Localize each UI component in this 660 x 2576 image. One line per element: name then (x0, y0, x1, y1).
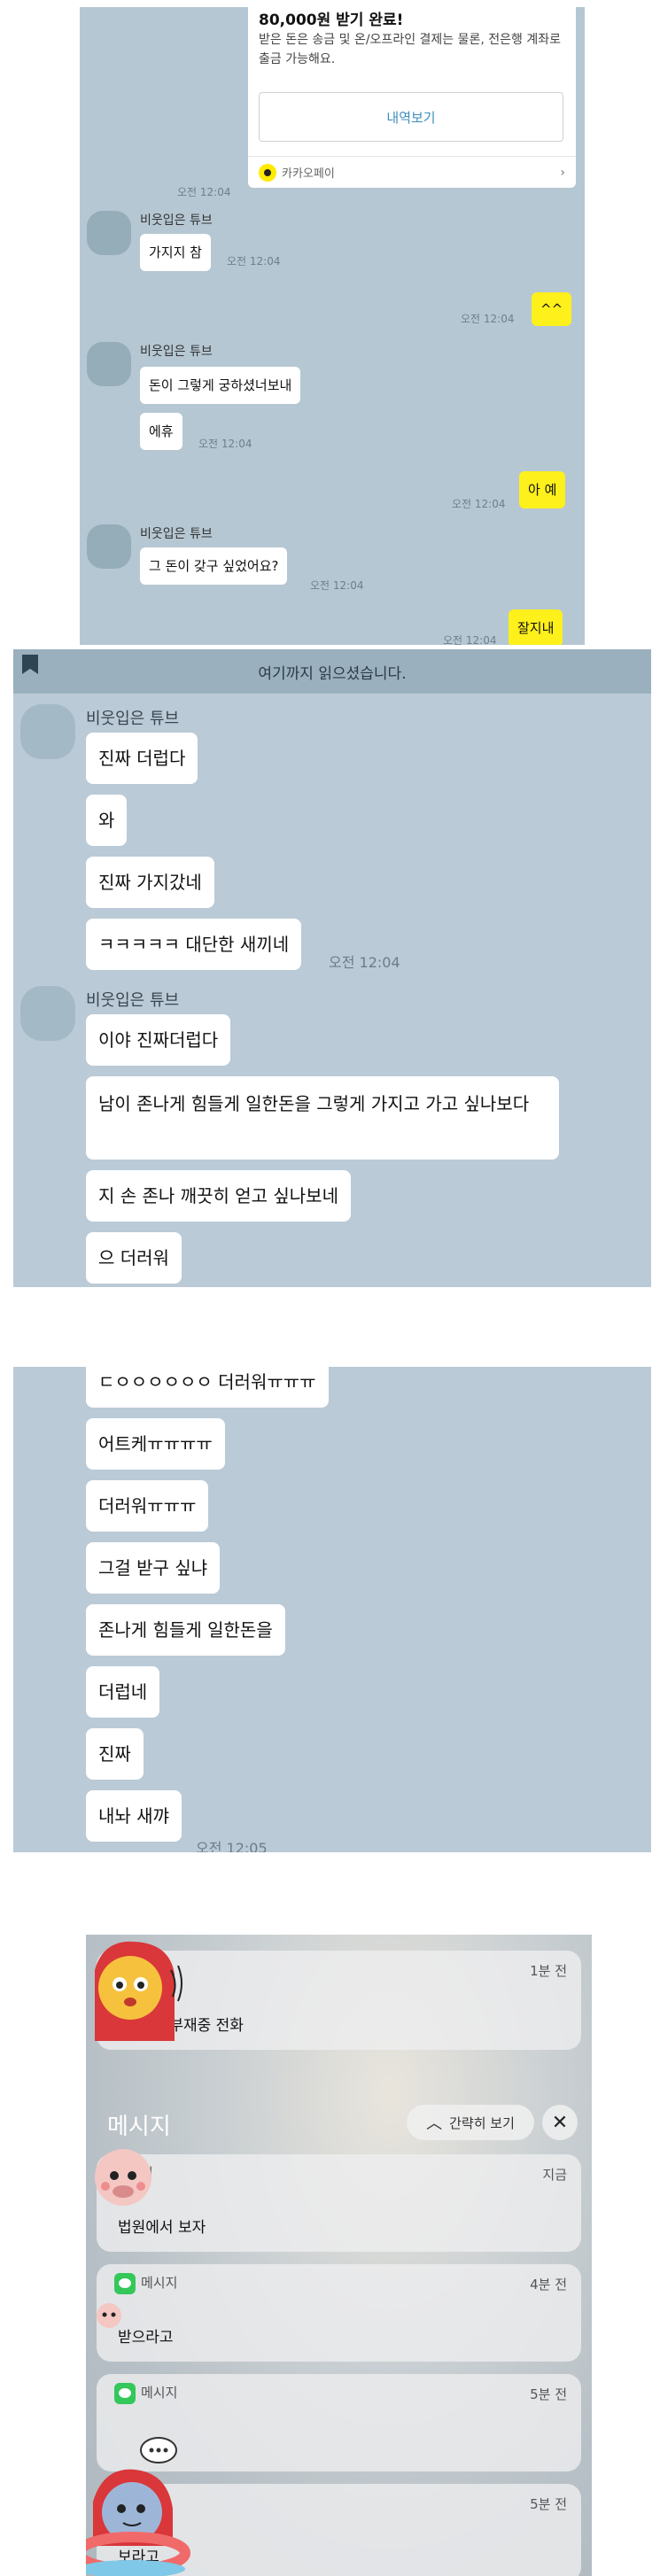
sticker-character (97, 2303, 121, 2328)
chevron-up-icon: ︿ (426, 2114, 443, 2133)
chat-bubble[interactable]: 어트케ㅠㅠㅠㅠ (86, 1418, 225, 1470)
avatar[interactable] (20, 986, 75, 1041)
notification-time: 1분 전 (530, 1963, 567, 1979)
kakaopay-icon (259, 163, 276, 182)
notification-time: 4분 전 (530, 2277, 567, 2293)
message-time: 오전 12:05 (196, 1840, 268, 1852)
chat-bubble[interactable]: 에휴 (140, 413, 182, 450)
avatar[interactable] (87, 211, 131, 255)
chat-bubble[interactable]: ㅋㅋㅋㅋㅋ 대단한 새끼네 (86, 919, 302, 970)
avatar[interactable] (20, 704, 75, 759)
pay-card-title: 80,000원 받기 완료! (259, 12, 404, 29)
chat-bubble[interactable]: 와 (86, 795, 128, 846)
my-chat-bubble[interactable]: 아 예 (519, 471, 566, 508)
notification-time: 5분 전 (530, 2386, 567, 2402)
message-time: 오전 12:04 (310, 579, 364, 592)
lockscreen-notifications: 1분 전 45통의 부재중 전화 메시지 ︿ 간략히 보기 ✕ 지 지금 법원에… (86, 1935, 592, 2576)
view-history-button[interactable]: 내역보기 (259, 92, 563, 142)
chat-bubble[interactable]: ㄷㅇㅇㅇㅇㅇㅇ 더러워ㅠㅠㅠ (86, 1367, 329, 1408)
sticker-character (86, 2437, 190, 2576)
message-time: 오전 12:04 (443, 634, 497, 645)
kakaopay-footer-link[interactable]: 카카오페이 › (248, 156, 576, 188)
pay-card-description: 받은 돈은 송금 및 온/오프라인 결제는 물론, 전은행 계좌로 출금 가능해… (259, 33, 562, 66)
message-notification[interactable]: 지 지금 법원에서 보자 (97, 2154, 581, 2252)
read-marker-bar: 여기까지 읽으셨습니다. (13, 649, 651, 694)
chat-bubble[interactable]: 가지지 참 (140, 234, 211, 271)
bookmark-icon (22, 655, 38, 674)
sender-name: 비웃입은 튜브 (86, 991, 180, 1010)
message-time: 오전 12:04 (461, 313, 515, 325)
message-time: 오전 12:04 (177, 186, 231, 198)
messages-section-title: 메시지 (107, 2114, 171, 2140)
chat-bubble[interactable]: 더럽네 (86, 1666, 160, 1718)
chat-bubble[interactable]: 진짜 가지갔네 (86, 857, 214, 908)
message-time: 오전 12:04 (452, 498, 506, 510)
close-icon[interactable]: ✕ (542, 2105, 578, 2140)
chat-bubble[interactable]: 으 더러워 (86, 1232, 182, 1284)
sticker-character (95, 1941, 182, 2041)
chat-bubble[interactable]: 존나게 힘들게 일한돈을 (86, 1604, 285, 1656)
chat-screenshot-1: 80,000원 받기 완료! 받은 돈은 송금 및 온/오프라인 결제는 물론,… (80, 7, 585, 645)
message-time: 오전 12:04 (198, 438, 252, 450)
kakaopay-receive-card: 80,000원 받기 완료! 받은 돈은 송금 및 온/오프라인 결제는 물론,… (248, 7, 576, 188)
kakaopay-label: 카카오페이 (282, 167, 335, 181)
chat-bubble[interactable]: 진짜 더럽다 (86, 733, 198, 784)
notification-time: 지금 (542, 2167, 567, 2183)
my-chat-bubble[interactable]: ^^ (532, 292, 572, 326)
sender-name: 비웃입은 튜브 (140, 527, 213, 541)
sticker-character (95, 2149, 151, 2206)
notification-app: 메시지 (141, 2385, 178, 2401)
chevron-right-icon: › (560, 165, 565, 180)
avatar[interactable] (87, 342, 131, 386)
sender-name: 비웃입은 튜브 (86, 710, 180, 728)
message-notification[interactable]: 메시지 4분 전 받으라고 (97, 2264, 581, 2362)
message-time: 오전 12:04 (227, 255, 281, 268)
messages-icon (114, 2273, 136, 2294)
chat-bubble[interactable]: 그걸 받구 싶냐 (86, 1542, 221, 1594)
notification-body: 법원에서 보자 (118, 2219, 206, 2237)
my-chat-bubble[interactable]: 잘지내 (509, 609, 563, 645)
chat-bubble[interactable]: 진짜 (86, 1728, 144, 1780)
chat-bubble[interactable]: 이야 진짜더럽다 (86, 1014, 231, 1066)
show-less-label: 간략히 보기 (449, 2114, 515, 2131)
sender-name: 비웃입은 튜브 (140, 213, 213, 228)
chat-bubble[interactable]: 남이 존나게 힘들게 일한돈을 그렇게 가지고 가고 싶나보다 (86, 1076, 559, 1160)
sender-name: 비웃입은 튜브 (140, 345, 213, 359)
chat-screenshot-2: 여기까지 읽으셨습니다. 비웃입은 튜브 진짜 더럽다 와 진짜 가지갔네 ㅋㅋ… (13, 649, 651, 1287)
messages-icon (114, 2383, 136, 2404)
chat-bubble[interactable]: 지 손 존나 깨끗히 얻고 싶나보네 (86, 1170, 351, 1222)
notification-app: 메시지 (141, 2275, 178, 2291)
chat-screenshot-3: ㄷㅇㅇㅇㅇㅇㅇ 더러워ㅠㅠㅠ 어트케ㅠㅠㅠㅠ 더러워ㅠㅠㅠ 그걸 받구 싶냐 존… (13, 1367, 651, 1852)
read-marker-text: 여기까지 읽으셨습니다. (258, 664, 407, 683)
show-less-button[interactable]: ︿ 간략히 보기 (407, 2105, 534, 2140)
notification-time: 5분 전 (530, 2496, 567, 2512)
chat-bubble[interactable]: 내놔 새꺄 (86, 1790, 182, 1842)
message-time: 오전 12:04 (329, 954, 400, 971)
chat-bubble[interactable]: 그 돈이 갖구 싶었어요? (140, 547, 288, 585)
avatar[interactable] (87, 524, 131, 569)
chat-bubble[interactable]: 돈이 그렇게 궁하셨너보내 (140, 367, 301, 404)
chat-bubble[interactable]: 더러워ㅠㅠㅠ (86, 1480, 209, 1532)
